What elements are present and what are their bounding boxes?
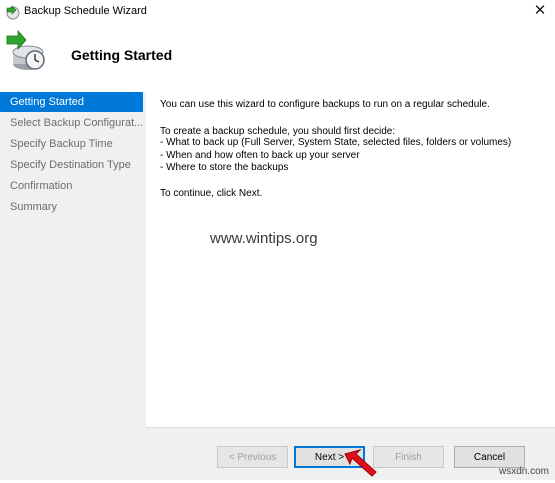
wizard-header: Getting Started [0,24,555,90]
wizard-content: You can use this wizard to configure bac… [146,92,555,427]
bullet-when: - When and how often to back up your ser… [160,150,360,161]
close-icon[interactable]: ✕ [531,2,549,20]
step-specify-destination-type[interactable]: Specify Destination Type [0,155,143,175]
red-pointer-arrow-icon [342,440,384,478]
intro-text: You can use this wizard to configure bac… [160,99,490,110]
bullet-where: - Where to store the backups [160,162,289,173]
cancel-button[interactable]: Cancel [454,446,525,468]
step-summary[interactable]: Summary [0,197,143,217]
continue-text: To continue, click Next. [160,188,263,199]
previous-button[interactable]: < Previous [217,446,288,468]
site-watermark: wsxdn.com [498,466,549,477]
step-confirmation[interactable]: Confirmation [0,176,143,196]
backup-clock-icon [4,29,48,74]
wizard-steps-sidebar: Getting Started Select Backup Configurat… [0,92,146,480]
wizard-window: Backup Schedule Wizard ✕ Getting Started… [0,0,555,480]
window-title: Backup Schedule Wizard [24,5,147,17]
page-title: Getting Started [71,47,173,63]
title-bar: Backup Schedule Wizard ✕ [0,0,555,24]
step-select-backup-configuration[interactable]: Select Backup Configurat... [0,113,143,133]
decide-heading: To create a backup schedule, you should … [160,126,396,137]
watermark-text: www.wintips.org [210,230,318,247]
backup-wizard-icon [5,4,21,20]
step-specify-backup-time[interactable]: Specify Backup Time [0,134,143,154]
step-getting-started[interactable]: Getting Started [0,92,143,112]
bullet-what: - What to back up (Full Server, System S… [160,137,512,148]
